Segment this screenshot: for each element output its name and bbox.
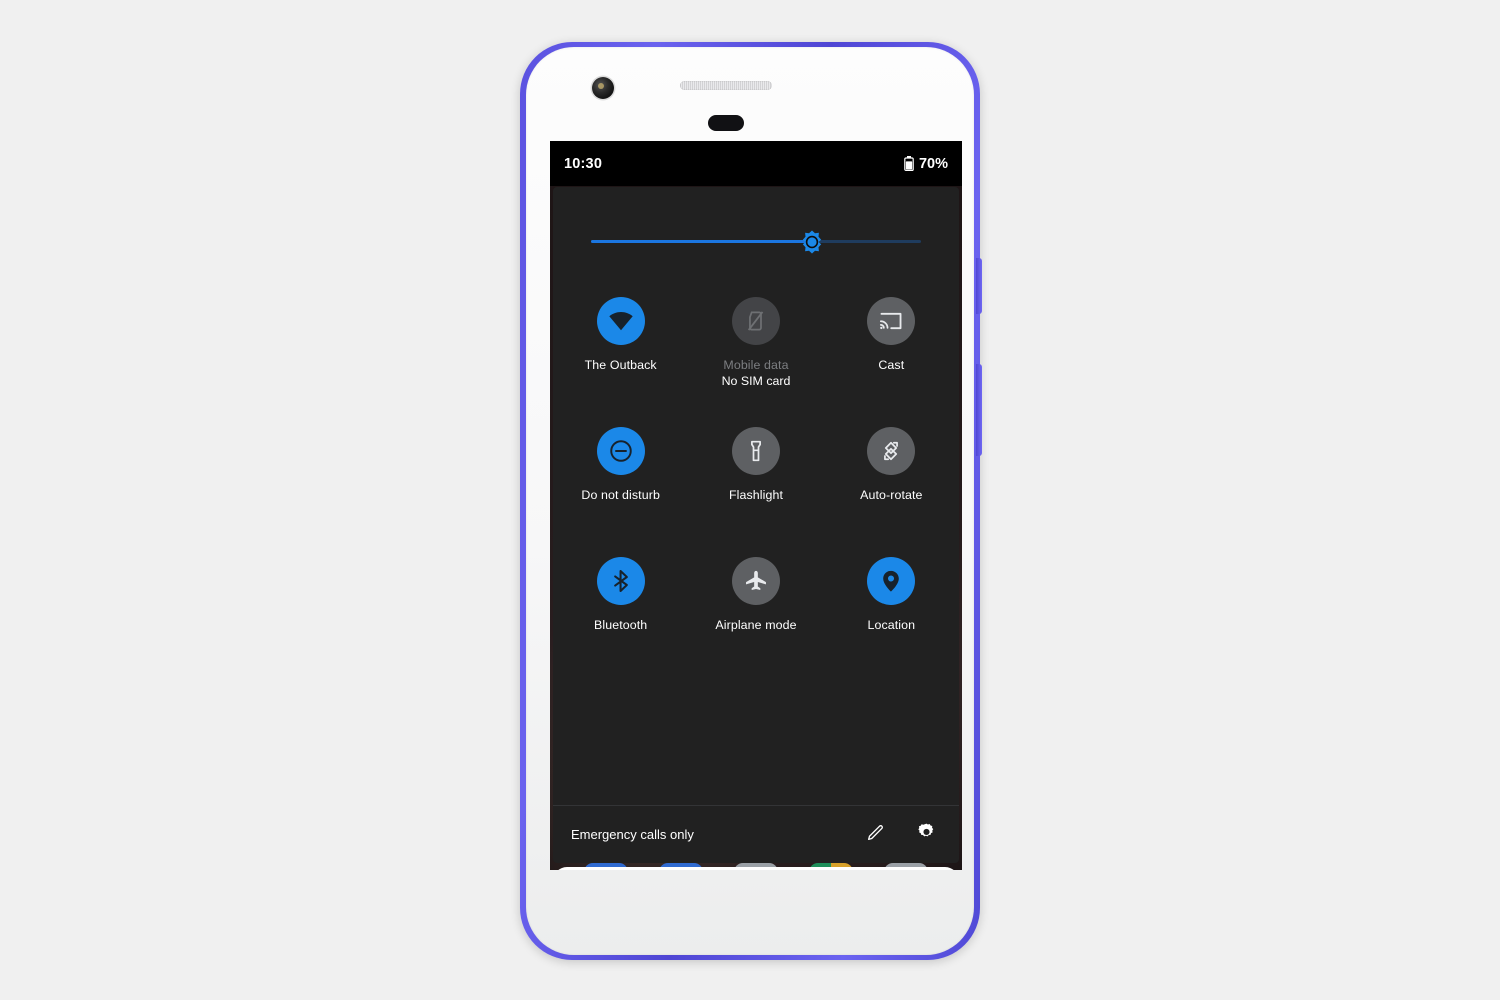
status-bar: 10:30 70%: [550, 141, 962, 186]
tile-cast[interactable]: Cast: [824, 283, 959, 413]
tile-do-not-disturb[interactable]: Do not disturb: [553, 413, 688, 543]
location-pin-icon: [867, 557, 916, 605]
battery-percent: 70%: [918, 155, 948, 172]
front-camera-icon: [592, 77, 614, 99]
battery-icon: [904, 156, 914, 171]
do-not-disturb-icon: [596, 427, 645, 475]
brightness-row: [553, 187, 959, 287]
tile-label: Cast: [878, 358, 905, 372]
bluetooth-icon: [596, 557, 645, 605]
phone-screen: 10:30 70% The Outback Mobile data No SIM…: [550, 141, 962, 870]
pencil-edit-icon[interactable]: [866, 822, 886, 847]
earpiece-speaker: [680, 81, 772, 90]
quick-settings-tile-grid: The Outback Mobile data No SIM card Cast…: [553, 283, 959, 673]
carrier-status: Emergency calls only: [571, 827, 694, 842]
auto-rotate-icon: [867, 427, 916, 475]
phone-body: 10:30 70% The Outback Mobile data No SIM…: [526, 47, 974, 955]
no-sim-icon: [731, 297, 780, 345]
airplane-icon: [731, 557, 780, 605]
tile-label: Bluetooth: [594, 618, 648, 632]
tile-row: Bluetooth Airplane mode Location: [553, 543, 959, 673]
tile-label: The Outback: [584, 358, 657, 372]
tile-label: Location: [867, 618, 916, 632]
status-time: 10:30: [564, 155, 603, 172]
tile-mobile-data[interactable]: Mobile data No SIM card: [688, 283, 823, 413]
quick-settings-panel: The Outback Mobile data No SIM card Cast…: [553, 187, 959, 863]
volume-button[interactable]: [976, 364, 982, 456]
brightness-slider-fill: [591, 240, 813, 243]
tile-row: Do not disturb Flashlight Auto-rotate: [553, 413, 959, 543]
power-button[interactable]: [976, 258, 982, 314]
wifi-icon: [596, 297, 645, 345]
tile-bluetooth[interactable]: Bluetooth: [553, 543, 688, 673]
cast-icon: [867, 297, 916, 345]
gear-settings-icon[interactable]: [916, 822, 937, 848]
tile-location[interactable]: Location: [824, 543, 959, 673]
notification-card[interactable]: [553, 867, 959, 870]
tile-row: The Outback Mobile data No SIM card Cast: [553, 283, 959, 413]
tile-airplane-mode[interactable]: Airplane mode: [688, 543, 823, 673]
quick-settings-footer: Emergency calls only: [553, 805, 959, 863]
brightness-sun-icon[interactable]: [799, 229, 825, 255]
tile-label: Airplane mode: [715, 618, 797, 632]
phone-device: 10:30 70% The Outback Mobile data No SIM…: [520, 42, 982, 960]
tile-wifi[interactable]: The Outback: [553, 283, 688, 413]
tile-auto-rotate[interactable]: Auto-rotate: [824, 413, 959, 543]
tile-label: Mobile data: [723, 358, 789, 372]
flashlight-icon: [731, 427, 780, 475]
tile-label: Auto-rotate: [860, 488, 923, 502]
brightness-slider[interactable]: [591, 230, 921, 253]
tile-label: Do not disturb: [581, 488, 660, 502]
tile-label: Flashlight: [728, 488, 783, 502]
sensor-pill: [708, 115, 744, 131]
tile-sublabel: No SIM card: [721, 374, 791, 388]
tile-flashlight[interactable]: Flashlight: [688, 413, 823, 543]
